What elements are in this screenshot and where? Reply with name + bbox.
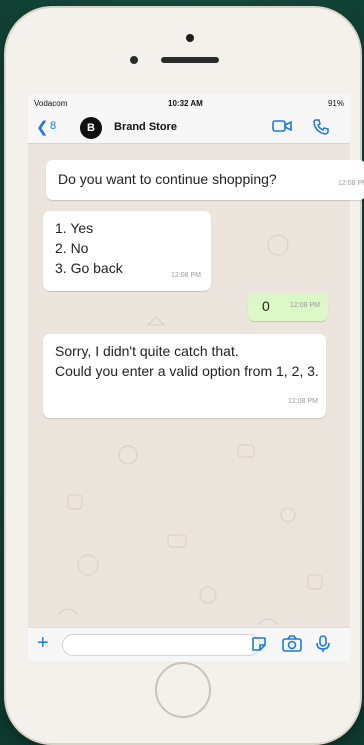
chat-header: ❮ 8 B Brand Store: [28, 111, 350, 144]
earpiece-speaker: [161, 57, 219, 63]
message-timestamp: 12:08 PM: [338, 180, 364, 187]
video-icon[interactable]: [272, 118, 292, 134]
camera-icon[interactable]: [282, 635, 302, 653]
carrier-label: Vodacom: [34, 99, 68, 108]
microphone-icon[interactable]: [316, 635, 330, 653]
status-time: 10:32 AM: [168, 99, 203, 108]
chevron-left-icon[interactable]: ❮: [36, 118, 49, 136]
message-text: Do you want to continue shopping?: [58, 171, 277, 187]
incoming-message: 1. Yes 2. No 3. Go back 12:08 PM: [43, 211, 211, 291]
status-bar: Vodacom 10:32 AM 91%: [28, 95, 350, 111]
message-text: Sorry, I didn't quite catch that. Could …: [55, 343, 319, 379]
unread-count[interactable]: 8: [50, 120, 56, 132]
sticker-icon[interactable]: [250, 635, 268, 653]
message-text: 0: [262, 298, 270, 314]
incoming-message: Do you want to continue shopping? 12:08 …: [46, 160, 364, 200]
front-camera: [186, 34, 194, 42]
message-text: 1. Yes 2. No 3. Go back: [55, 220, 123, 276]
avatar[interactable]: B: [80, 117, 102, 139]
outgoing-message: 0 12:08 PM: [248, 293, 328, 321]
plus-icon[interactable]: +: [37, 632, 49, 655]
message-timestamp: 12:08 PM: [290, 302, 320, 309]
home-button[interactable]: [155, 662, 211, 718]
message-input-bar: +: [28, 627, 350, 661]
message-timestamp: 12:08 PM: [288, 398, 318, 405]
contact-name[interactable]: Brand Store: [114, 121, 177, 133]
message-input[interactable]: [62, 634, 260, 656]
incoming-message: Sorry, I didn't quite catch that. Could …: [43, 334, 326, 418]
message-timestamp: 12:08 PM: [171, 272, 201, 279]
chat-screen: Vodacom 10:32 AM 91% ❮ 8 B Brand Store D…: [28, 95, 364, 661]
phone-icon[interactable]: [312, 118, 330, 136]
battery-level: 91%: [327, 99, 344, 108]
proximity-sensor: [130, 56, 138, 64]
